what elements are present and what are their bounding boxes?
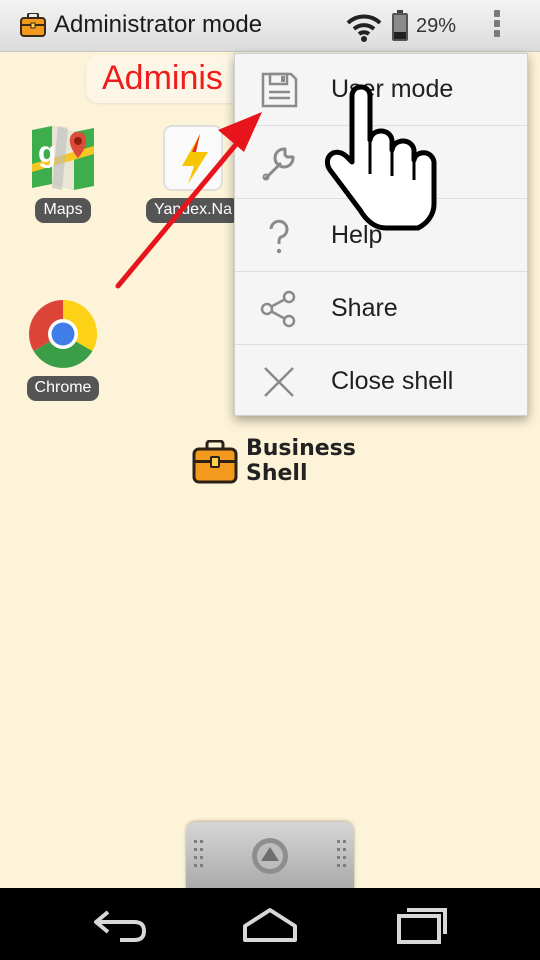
business-shell-icon <box>20 13 46 37</box>
overflow-menu-icon[interactable] <box>490 10 504 44</box>
expand-up-icon <box>252 838 288 874</box>
menu-label-close-shell: Close shell <box>331 367 454 395</box>
app-tile-yandex-navigator[interactable]: Yandex.Na <box>138 124 248 227</box>
menu-item-share[interactable]: Share <box>235 273 527 345</box>
business-shell-logo: Business Shell <box>192 436 362 488</box>
google-maps-icon: g <box>32 126 94 190</box>
brand-name: Business Shell <box>246 436 356 486</box>
app-label-yandex-navigator: Yandex.Na <box>146 198 240 223</box>
floppy-disk-icon <box>261 72 298 108</box>
menu-item-user-mode[interactable]: User mode <box>235 54 527 126</box>
battery-icon <box>392 10 408 41</box>
back-icon[interactable] <box>86 900 156 948</box>
app-label-maps: Maps <box>35 198 91 223</box>
action-bar: Administrator mode 29% <box>0 0 540 52</box>
share-icon <box>260 290 296 328</box>
menu-item-help[interactable]: Help <box>235 200 527 272</box>
dock-grip-icon <box>194 838 346 874</box>
mode-banner: Adminis <box>86 55 256 103</box>
wrench-icon <box>262 147 295 181</box>
overflow-menu: User mode Help Share Close shell <box>234 53 528 416</box>
screen-title: Administrator mode <box>54 11 263 38</box>
app-tile-chrome[interactable]: Chrome <box>8 298 118 405</box>
recents-icon[interactable] <box>385 900 455 948</box>
yandex-navigator-icon <box>163 125 223 191</box>
shell-dock[interactable] <box>186 822 354 890</box>
briefcase-icon <box>192 440 238 484</box>
app-tile-maps[interactable]: g Maps <box>8 124 118 227</box>
menu-label-user-mode: User mode <box>331 75 454 103</box>
system-navigation-bar <box>0 888 540 960</box>
battery-percentage: 29% <box>416 15 457 37</box>
question-mark-icon <box>269 219 289 254</box>
menu-label-help: Help <box>331 221 383 249</box>
home-icon[interactable] <box>235 900 305 948</box>
app-label-chrome: Chrome <box>26 376 100 401</box>
close-x-icon <box>264 367 294 397</box>
menu-item-close-shell[interactable]: Close shell <box>235 346 527 418</box>
mode-banner-text: Adminis <box>102 59 223 97</box>
svg-text:g: g <box>38 136 56 169</box>
chrome-icon <box>29 300 97 368</box>
wifi-icon <box>346 14 382 42</box>
brand-line-1: Business <box>246 436 356 461</box>
brand-line-2: Shell <box>246 461 308 486</box>
menu-item-settings[interactable] <box>235 127 527 199</box>
menu-label-share: Share <box>331 294 398 322</box>
